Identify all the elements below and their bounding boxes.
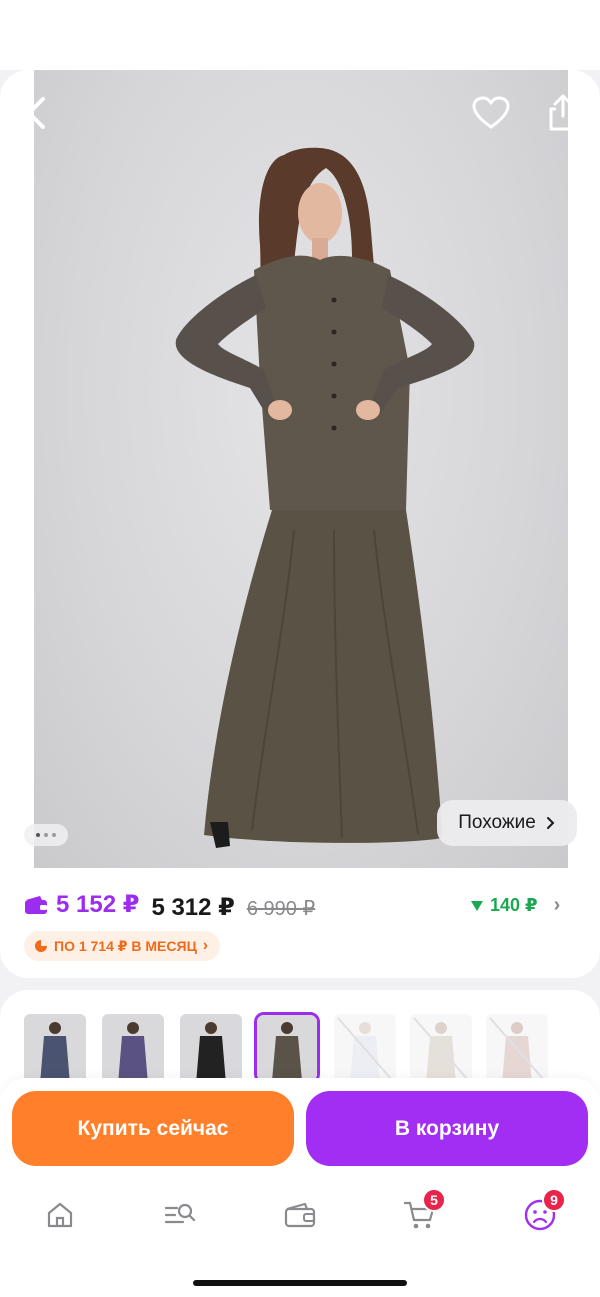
wallet-price[interactable]: 5 152 ₽ — [24, 890, 139, 919]
product-gallery[interactable]: Похожие — [0, 70, 600, 870]
triangle-down-icon — [471, 900, 483, 911]
action-bar: Купить сейчас В корзину — [0, 1078, 600, 1178]
installment-badge[interactable]: ПО 1 714 ₽ В МЕСЯЦ › — [24, 931, 221, 961]
variant-thumbnail-unavailable[interactable] — [334, 1014, 396, 1084]
chevron-left-icon — [27, 97, 45, 129]
variant-image — [486, 1014, 548, 1084]
page-dot — [44, 833, 48, 837]
status-bar-area — [0, 0, 600, 70]
catalog-search-icon — [164, 1203, 196, 1224]
nav-catalog[interactable] — [150, 1192, 210, 1238]
chevron-right-icon — [546, 817, 555, 829]
installment-text: ПО 1 714 ₽ В МЕСЯЦ — [54, 937, 197, 954]
wallet-price-value: 5 152 ₽ — [56, 891, 140, 918]
old-price: 6 990 ₽ — [246, 897, 316, 920]
nav-profile[interactable]: 9 — [510, 1188, 570, 1238]
price-row: 5 152 ₽ 5 312 ₽ 6 990 ₽ — [24, 890, 315, 922]
home-icon — [47, 1202, 73, 1228]
share-button[interactable] — [538, 88, 588, 138]
profile-badge: 9 — [542, 1188, 566, 1212]
model-illustration — [175, 147, 475, 848]
similar-label: Похожие — [458, 812, 536, 833]
variant-thumbnail[interactable] — [180, 1014, 242, 1084]
gallery-page-indicator — [24, 824, 68, 846]
price-drop-value: 140 ₽ — [490, 895, 538, 915]
page-dot — [36, 833, 40, 837]
variant-thumbnail[interactable] — [102, 1014, 164, 1084]
pie-chart-icon — [35, 940, 47, 952]
variant-thumbnail-selected[interactable] — [254, 1012, 320, 1084]
regular-price: 5 312 ₽ — [151, 893, 235, 921]
variant-image — [334, 1014, 396, 1084]
add-to-cart-button[interactable]: В корзину — [306, 1091, 588, 1166]
cart-badge: 5 — [422, 1188, 446, 1212]
variant-thumbnail[interactable] — [24, 1014, 86, 1084]
nav-home[interactable] — [30, 1192, 90, 1238]
wallet-icon — [284, 1202, 316, 1228]
variant-thumbnail-unavailable[interactable] — [486, 1014, 548, 1084]
variant-image — [24, 1014, 86, 1084]
nav-cart[interactable]: 5 — [390, 1188, 450, 1238]
chevron-right-icon: › — [553, 894, 561, 916]
product-page: Похожие 5 152 ₽ 5 312 ₽ 6 990 ₽ 140 ₽ › … — [0, 0, 600, 1297]
variant-image — [180, 1014, 242, 1084]
variant-image — [257, 1015, 317, 1081]
share-icon — [549, 94, 577, 131]
price-drop[interactable]: 140 ₽ › — [470, 894, 560, 917]
product-photo[interactable] — [34, 70, 568, 868]
nav-wallet[interactable] — [270, 1192, 330, 1238]
favorite-button[interactable] — [466, 88, 516, 138]
price-card: 5 152 ₽ 5 312 ₽ 6 990 ₽ 140 ₽ › ПО 1 714… — [0, 868, 600, 978]
variant-image — [410, 1014, 472, 1084]
heart-icon — [472, 96, 510, 129]
variant-thumbnail-unavailable[interactable] — [410, 1014, 472, 1084]
variant-image — [102, 1014, 164, 1084]
wallet-icon — [25, 895, 47, 914]
home-indicator — [193, 1280, 407, 1286]
bottom-navigation: 5 9 — [0, 1178, 600, 1297]
similar-button[interactable]: Похожие — [437, 800, 577, 846]
chevron-right-icon: › — [202, 937, 209, 954]
page-dot — [52, 833, 56, 837]
back-button[interactable] — [12, 88, 62, 138]
buy-now-button[interactable]: Купить сейчас — [12, 1091, 294, 1166]
